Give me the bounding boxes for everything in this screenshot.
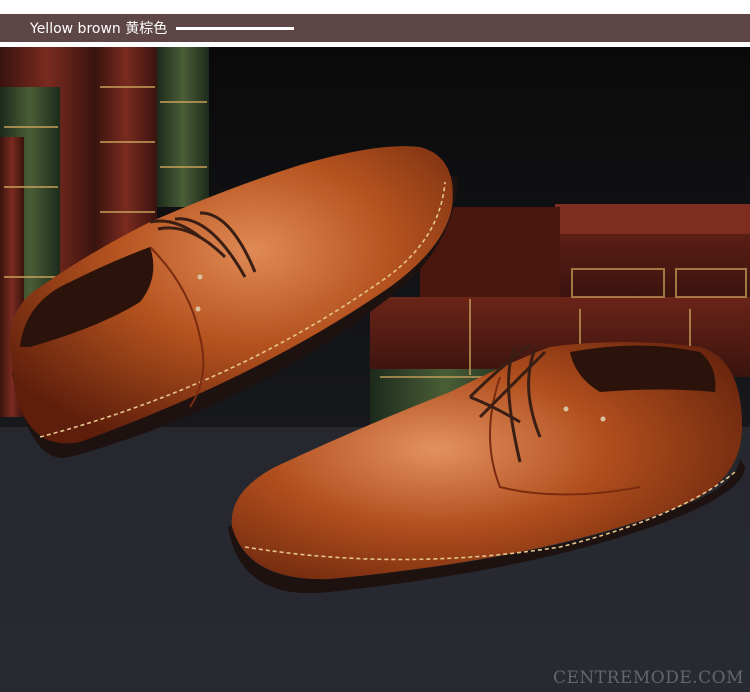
color-label-bar: Yellow brown 黄棕色 — [0, 14, 750, 42]
color-label: Yellow brown 黄棕色 — [30, 21, 168, 37]
product-photo: CENTREMODE.COM — [0, 47, 750, 692]
product-photo-illustration — [0, 47, 750, 692]
watermark-text: CENTREMODE.COM — [553, 668, 744, 688]
header-divider-line — [176, 26, 295, 30]
